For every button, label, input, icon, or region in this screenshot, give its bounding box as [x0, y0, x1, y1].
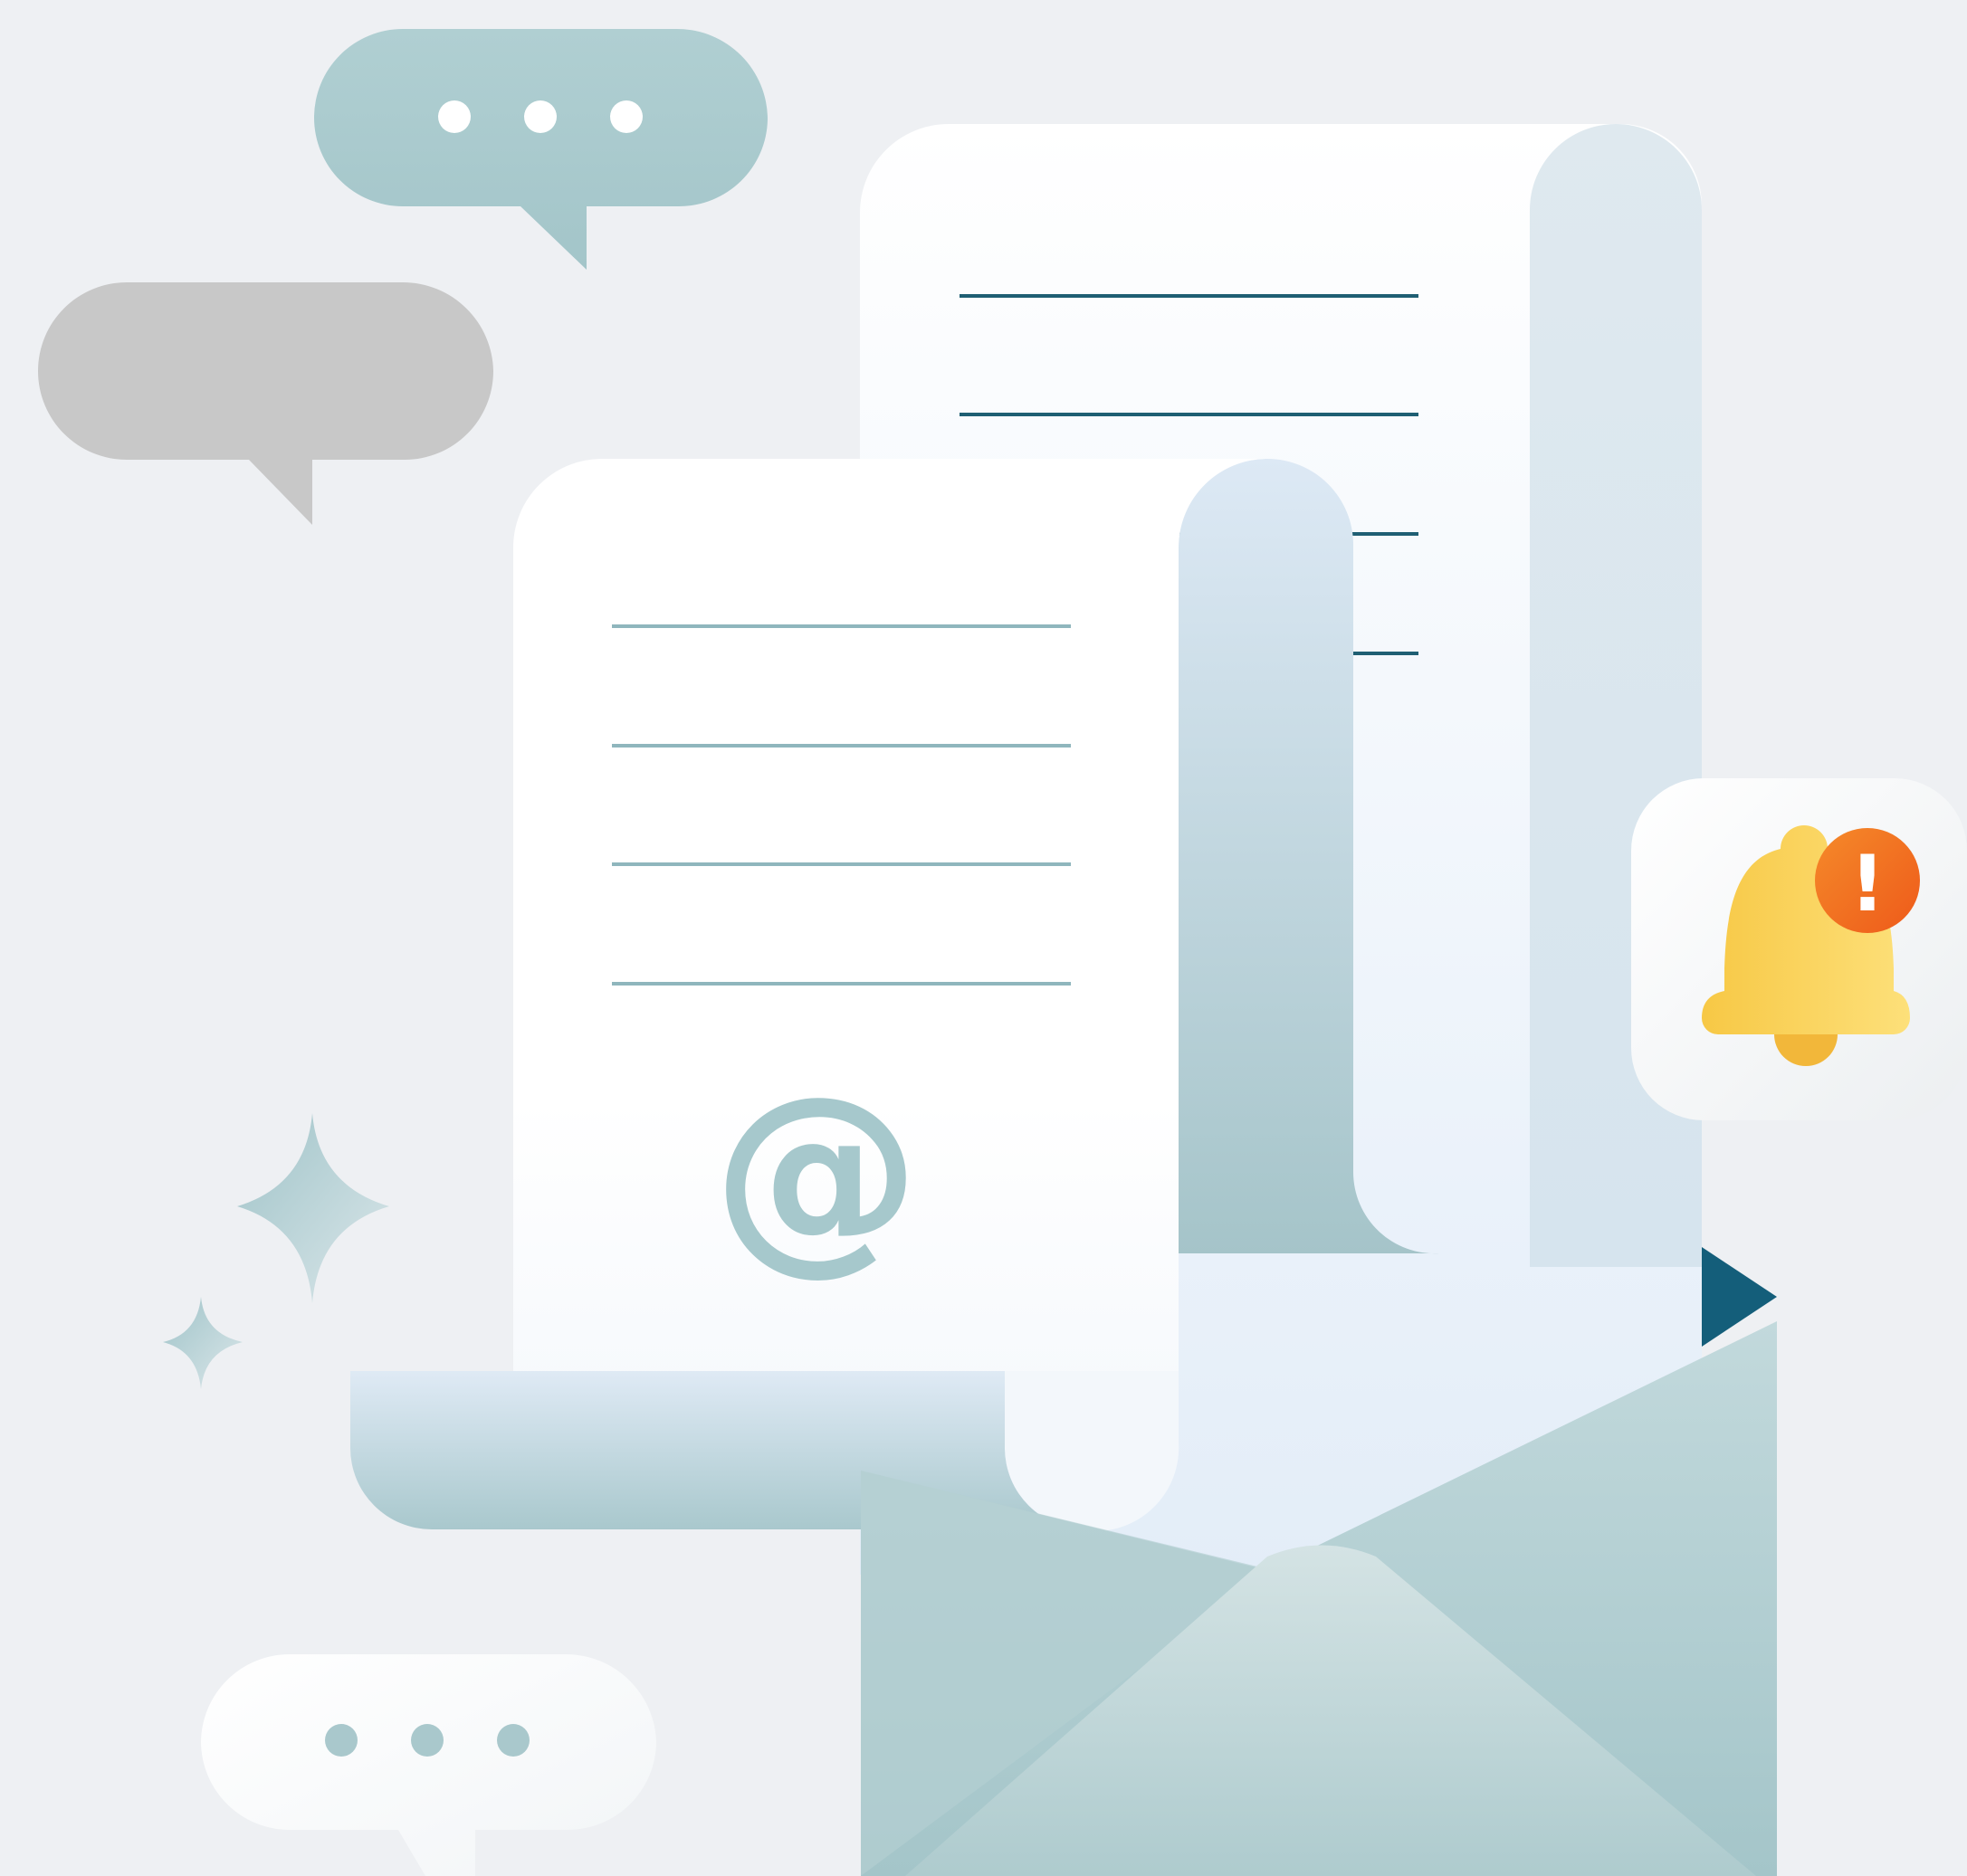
exclamation-icon: !	[1849, 839, 1885, 929]
email-notification-illustration: @ !	[38, 29, 1967, 1876]
bell-alert-icon: !	[1631, 778, 1967, 1120]
chat-bubble-icon	[38, 281, 493, 525]
chat-bubble-typing-icon-bottom	[201, 1654, 656, 1876]
chat-bubble-typing-icon	[314, 29, 768, 270]
sparkle-icon-small	[163, 1297, 243, 1389]
at-symbol-icon: @	[712, 1052, 921, 1294]
sparkle-icon-large	[237, 1113, 389, 1303]
